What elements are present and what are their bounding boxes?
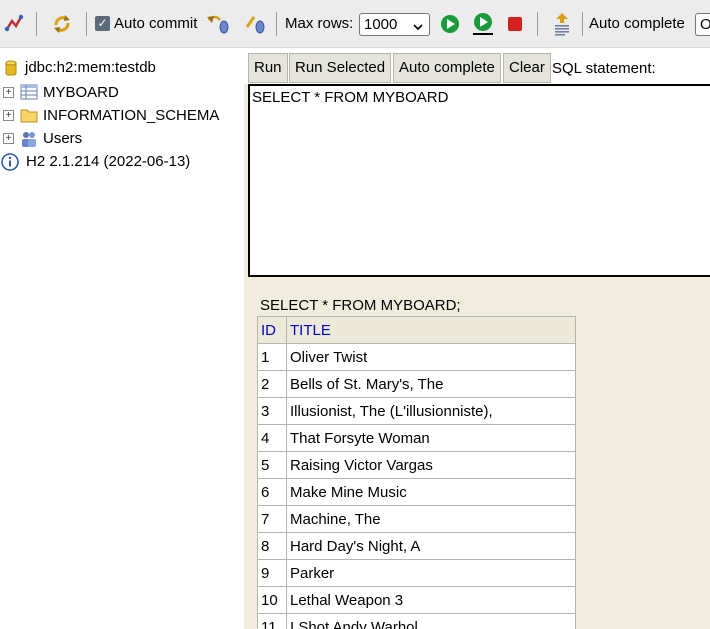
tree-item-users[interactable]: + Users [0, 127, 82, 149]
toolbar-separator [36, 12, 37, 36]
run-button[interactable]: Run [248, 53, 288, 83]
tree-item-label: Users [43, 129, 83, 147]
auto-commit-checkbox[interactable]: ✓ [95, 16, 110, 31]
table-row: 11 I Shot Andy Warhol [257, 613, 576, 629]
users-icon [20, 130, 38, 147]
toolbar-separator [276, 12, 277, 36]
max-rows-value: 1000 [364, 16, 398, 33]
cell-id: 10 [257, 586, 287, 614]
cell-id: 11 [257, 613, 287, 629]
cell-title: Raising Victor Vargas [286, 451, 576, 479]
cell-title: Machine, The [286, 505, 576, 533]
cell-id: 5 [257, 451, 287, 479]
chevron-down-icon [412, 18, 424, 39]
cell-title: Oliver Twist [286, 343, 576, 371]
table-row: 6 Make Mine Music [257, 478, 576, 506]
toolbar-separator [537, 12, 538, 36]
toolbar: ✓ Auto commit Max rows: 1000 Auto comple… [0, 0, 710, 48]
run-selected-button[interactable]: Run Selected [289, 53, 392, 83]
cell-id: 1 [257, 343, 287, 371]
expand-icon[interactable]: + [3, 132, 14, 144]
table-row: 3 Illusionist, The (L'illusionniste), [257, 397, 576, 425]
table-row: 1 Oliver Twist [257, 343, 576, 371]
results-body: 1 Oliver Twist 2 Bells of St. Mary's, The 3 I… [257, 343, 576, 629]
cell-title: That Forsyte Woman [286, 424, 576, 452]
rollback-icon[interactable] [206, 11, 230, 37]
cell-title: I Shot Andy Warhol [286, 613, 576, 629]
tree-item-myboard[interactable]: + MYBOARD [0, 81, 119, 103]
auto-commit-label: Auto commit [114, 15, 198, 32]
table-row: 8 Hard Day's Night, A [257, 532, 576, 560]
cell-id: 2 [257, 370, 287, 398]
run-selected-icon[interactable] [471, 11, 495, 37]
cell-title: Make Mine Music [286, 478, 576, 506]
database-icon [2, 59, 20, 76]
table-row: 7 Machine, The [257, 505, 576, 533]
max-rows-label: Max rows: [285, 15, 354, 32]
table-row: 5 Raising Victor Vargas [257, 451, 576, 479]
column-header-id[interactable]: ID [257, 316, 287, 344]
cell-id: 9 [257, 559, 287, 587]
auto-complete-label: Auto complete [589, 15, 685, 32]
results-table: ID TITLE 1 Oliver Twist 2 Bells of St. Mary… [257, 316, 576, 629]
tree-item-label: MYBOARD [43, 83, 119, 101]
sql-statement-label: SQL statement: [552, 60, 656, 77]
cell-title: Bells of St. Mary's, The [286, 370, 576, 398]
cell-id: 8 [257, 532, 287, 560]
results-panel: SELECT * FROM MYBOARD; ID TITLE 1 Oliver … [244, 281, 710, 629]
expand-icon[interactable]: + [3, 86, 14, 98]
max-rows-select[interactable]: 1000 [359, 13, 430, 36]
table-row: 4 That Forsyte Woman [257, 424, 576, 452]
result-query: SELECT * FROM MYBOARD; [260, 297, 461, 314]
tree-version: H2 2.1.214 (2022-06-13) [1, 150, 190, 172]
cell-id: 3 [257, 397, 287, 425]
clear-button[interactable]: Clear [503, 53, 551, 83]
run-icon[interactable] [440, 11, 460, 37]
cell-title: Lethal Weapon 3 [286, 586, 576, 614]
connection-label: jdbc:h2:mem:testdb [25, 58, 156, 76]
history-icon[interactable] [552, 11, 572, 37]
toolbar-separator [582, 12, 583, 36]
editor-button-row: Run Run Selected Auto complete Clear SQL… [244, 48, 710, 84]
commit-icon[interactable] [243, 11, 267, 37]
cell-title: Parker [286, 559, 576, 587]
column-header-title[interactable]: TITLE [286, 316, 576, 344]
auto-complete-value: O [700, 16, 710, 33]
refresh-icon[interactable] [51, 11, 73, 37]
tree-item-label: INFORMATION_SCHEMA [43, 106, 220, 124]
auto-complete-button[interactable]: Auto complete [393, 53, 501, 83]
cell-id: 7 [257, 505, 287, 533]
info-icon [1, 153, 21, 171]
auto-complete-select[interactable]: O [695, 13, 710, 36]
cell-title: Illusionist, The (L'illusionniste), [286, 397, 576, 425]
sql-editor[interactable]: SELECT * FROM MYBOARD [248, 84, 710, 277]
expand-icon[interactable]: + [3, 109, 14, 121]
table-header-row: ID TITLE [257, 316, 576, 344]
stop-icon[interactable] [506, 11, 524, 37]
table-row: 10 Lethal Weapon 3 [257, 586, 576, 614]
version-label: H2 2.1.214 (2022-06-13) [26, 152, 191, 170]
table-row: 9 Parker [257, 559, 576, 587]
table-icon [20, 84, 38, 100]
table-row: 2 Bells of St. Mary's, The [257, 370, 576, 398]
object-tree: jdbc:h2:mem:testdb + MYBOARD + INFORMATI… [0, 48, 244, 629]
tree-connection[interactable]: jdbc:h2:mem:testdb [2, 56, 156, 78]
cell-id: 6 [257, 478, 287, 506]
cell-title: Hard Day's Night, A [286, 532, 576, 560]
disconnect-icon[interactable] [3, 11, 25, 37]
toolbar-separator [86, 12, 87, 36]
folder-icon [20, 107, 38, 123]
cell-id: 4 [257, 424, 287, 452]
tree-item-information-schema[interactable]: + INFORMATION_SCHEMA [0, 104, 219, 126]
main-panel: Run Run Selected Auto complete Clear SQL… [244, 48, 710, 629]
